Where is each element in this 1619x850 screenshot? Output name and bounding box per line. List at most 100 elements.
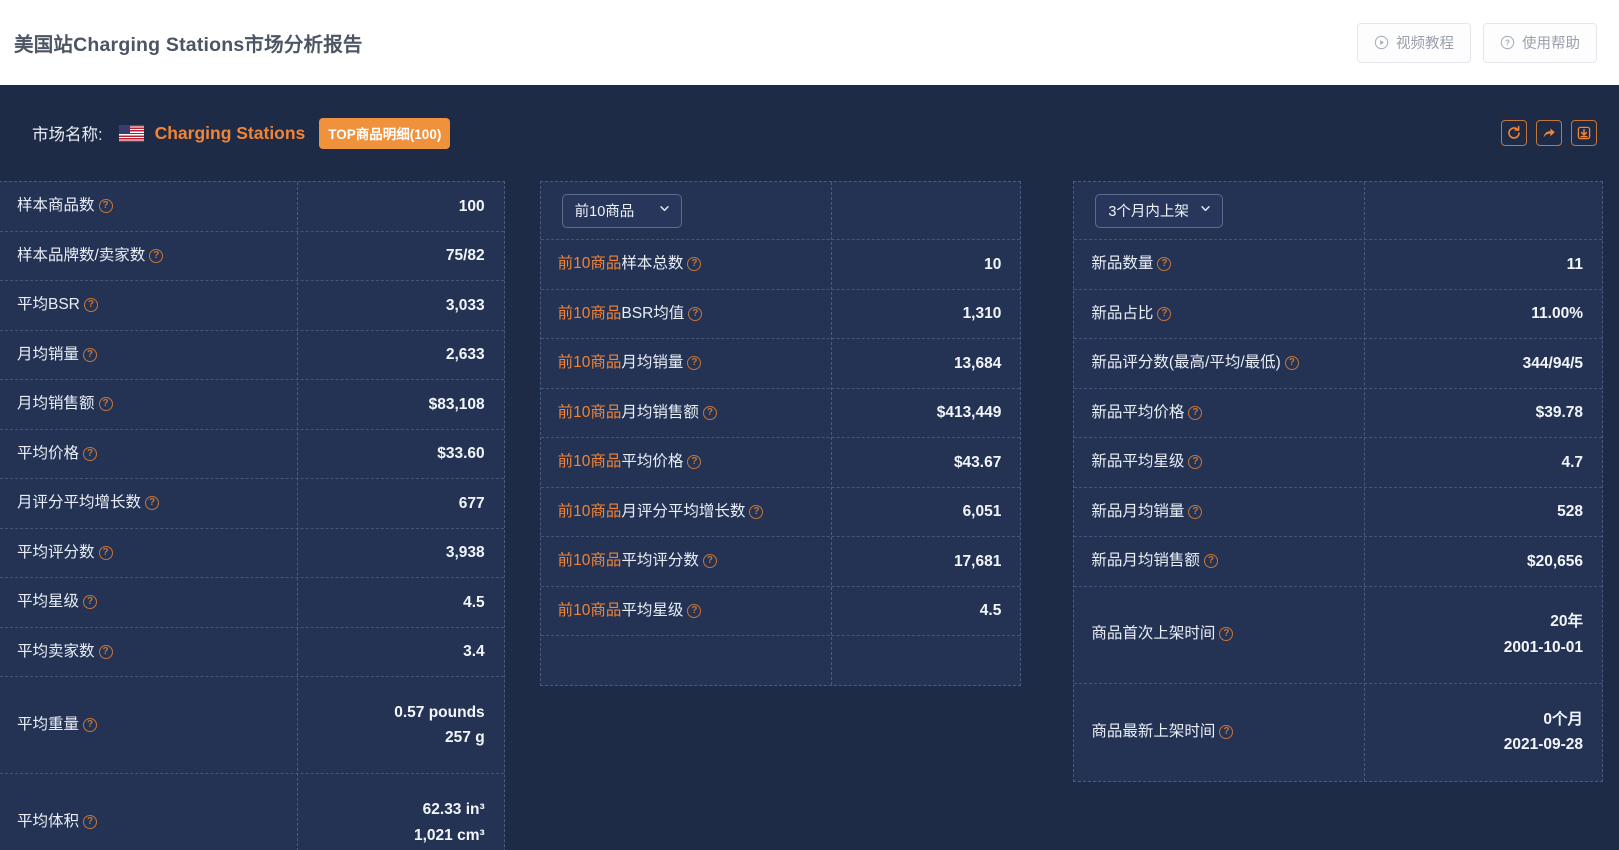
stats-row-label-text: 平均评分数 bbox=[17, 543, 95, 561]
help-tooltip-icon[interactable]: ? bbox=[687, 257, 702, 272]
stats-row-label-text: 平均价格 bbox=[17, 444, 80, 462]
help-tooltip-icon[interactable]: ? bbox=[145, 496, 160, 511]
help-tooltip-icon[interactable]: ? bbox=[702, 405, 717, 420]
stats-row-label-text: 平均重量 bbox=[17, 715, 80, 733]
stats-row: 商品最新上架时间? 0个月 2021-09-28 bbox=[1074, 684, 1602, 781]
stats-row: 样本商品数? 100 bbox=[0, 182, 504, 232]
help-tooltip-icon[interactable]: ? bbox=[688, 306, 703, 321]
help-tooltip-icon[interactable]: ? bbox=[1219, 627, 1234, 642]
help-tooltip-icon[interactable]: ? bbox=[1284, 356, 1299, 371]
stats-row-label: 前10商品 平均星级? bbox=[541, 593, 831, 629]
stats-row-label-text: 平均星级 bbox=[17, 593, 80, 611]
help-tooltip-icon[interactable]: ? bbox=[1188, 455, 1203, 470]
help-tooltip-icon[interactable]: ? bbox=[98, 397, 113, 412]
stats-row-label: 月均销售额? bbox=[0, 386, 297, 422]
stats-row-label: 样本品牌数/卖家数? bbox=[0, 238, 297, 274]
question-circle-icon: ? bbox=[1500, 35, 1515, 50]
stats-row-label-prefix: 前10商品 bbox=[557, 601, 622, 619]
stats-row-label: 平均星级? bbox=[0, 584, 297, 620]
stats-row-label: 前10商品 平均评分数? bbox=[541, 543, 831, 579]
video-tutorial-button[interactable]: 视频教程 bbox=[1357, 22, 1471, 63]
stats-row-label-text: 新品评分数(最高/平均/最低) bbox=[1091, 354, 1281, 372]
stats-row-value bbox=[831, 655, 1021, 667]
stats-row: 月均销量? 2,633 bbox=[0, 331, 504, 380]
help-tooltip-icon[interactable]: ? bbox=[1157, 306, 1172, 321]
stats-row: 月评分平均增长数? 677 bbox=[0, 479, 504, 529]
help-tooltip-icon[interactable]: ? bbox=[98, 199, 113, 214]
help-tooltip-icon[interactable]: ? bbox=[1157, 257, 1172, 272]
help-tooltip-icon[interactable]: ? bbox=[83, 347, 98, 362]
header-actions: 视频教程 ? 使用帮助 bbox=[1357, 22, 1597, 63]
stats-row-label-text: 平均评分数 bbox=[621, 552, 699, 570]
stats-row-empty bbox=[541, 636, 1021, 685]
download-button[interactable] bbox=[1571, 120, 1597, 146]
help-tooltip-icon[interactable]: ? bbox=[687, 356, 702, 371]
stats-row-value: 20年 2001-10-01 bbox=[1503, 613, 1584, 656]
stats-row-value: 528 bbox=[1557, 503, 1584, 521]
stats-row-label: 新品数量? bbox=[1074, 246, 1364, 282]
stats-row-value: $33.60 bbox=[437, 445, 485, 463]
top-products-select[interactable]: 前10商品 bbox=[561, 193, 682, 228]
help-tooltip-icon[interactable]: ? bbox=[83, 446, 98, 461]
help-tooltip-icon[interactable]: ? bbox=[83, 815, 98, 830]
stats-row-value: 13,684 bbox=[953, 354, 1002, 372]
stats-row-label: 前10商品 月评分平均增长数? bbox=[541, 494, 831, 530]
help-tooltip-icon[interactable]: ? bbox=[687, 455, 702, 470]
stats-row-label-text: 商品最新上架时间 bbox=[1091, 722, 1216, 740]
stats-row-value: $43.67 bbox=[953, 453, 1002, 471]
stats-row-value: 1,310 bbox=[962, 305, 1002, 323]
stats-row-value: 17,681 bbox=[953, 552, 1002, 570]
new-products-period-select-row: 3个月内上架 bbox=[1074, 182, 1603, 240]
help-tooltip-icon[interactable]: ? bbox=[687, 603, 702, 618]
stats-row-label-text: 新品月均销售额 bbox=[1091, 552, 1200, 570]
chevron-down-icon bbox=[1199, 202, 1212, 219]
stats-row-label: 前10商品 BSR均值? bbox=[541, 296, 831, 332]
stats-row: 平均重量? 0.57 pounds 257 g bbox=[0, 677, 504, 774]
market-name-link[interactable]: Charging Stations bbox=[155, 123, 306, 144]
help-tooltip-icon[interactable]: ? bbox=[149, 248, 164, 263]
help-tooltip-icon[interactable]: ? bbox=[1219, 724, 1234, 739]
help-tooltip-icon[interactable]: ? bbox=[83, 717, 98, 732]
help-tooltip-icon[interactable]: ? bbox=[98, 644, 113, 659]
stats-row-label: 平均卖家数? bbox=[0, 634, 297, 670]
stats-row-value: 62.33 in³ 1,021 cm³ bbox=[414, 801, 485, 844]
help-tooltip-icon[interactable]: ? bbox=[702, 554, 717, 569]
stats-row-label: 新品平均星级? bbox=[1074, 444, 1364, 480]
stats-row-label: 新品月均销量? bbox=[1074, 494, 1364, 530]
help-tooltip-icon[interactable]: ? bbox=[1188, 504, 1203, 519]
top-products-badge[interactable]: TOP商品明细(100) bbox=[319, 117, 451, 149]
stats-row-value: 3,938 bbox=[445, 544, 485, 562]
stats-row-label: 新品平均价格? bbox=[1074, 395, 1364, 431]
stats-row: 平均体积? 62.33 in³ 1,021 cm³ bbox=[0, 774, 504, 850]
stats-row-label: 月评分平均增长数? bbox=[0, 485, 297, 521]
top-products-stats-panel: 前10商品 前10商品 样本总数? 10 前10商品 BSR均值? 1,310 前10商品 月均… bbox=[539, 181, 1022, 686]
stats-row: 新品平均星级? 4.7 bbox=[1074, 438, 1603, 488]
stats-row-label-text: 平均价格 bbox=[621, 453, 684, 471]
stats-row-label: 商品最新上架时间? bbox=[1074, 714, 1364, 750]
stats-row-value: 75/82 bbox=[445, 247, 485, 265]
help-tooltip-icon[interactable]: ? bbox=[1203, 554, 1218, 569]
stats-row-label-text: 新品占比 bbox=[1091, 304, 1154, 322]
stats-row-label: 前10商品 月均销售额? bbox=[541, 395, 831, 431]
refresh-button[interactable] bbox=[1501, 120, 1527, 146]
help-tooltip-icon[interactable]: ? bbox=[98, 545, 113, 560]
stats-row-label-text: BSR均值 bbox=[621, 304, 685, 322]
help-tooltip-icon[interactable]: ? bbox=[83, 595, 98, 610]
help-button[interactable]: ? 使用帮助 bbox=[1483, 22, 1597, 63]
stats-row-value: 3.4 bbox=[463, 643, 485, 661]
stats-row: 平均BSR? 3,033 bbox=[0, 281, 504, 331]
stats-row-label-text: 新品平均星级 bbox=[1091, 453, 1185, 471]
new-products-period-select[interactable]: 3个月内上架 bbox=[1095, 193, 1223, 228]
stats-row-value: 0个月 2021-09-28 bbox=[1503, 710, 1584, 753]
stats-row-label-text: 月均销售额 bbox=[621, 403, 699, 421]
help-tooltip-icon[interactable]: ? bbox=[749, 504, 764, 519]
stats-row: 前10商品 月均销量? 13,684 bbox=[540, 339, 1021, 389]
stats-row-label-text: 平均BSR bbox=[17, 296, 80, 314]
help-tooltip-icon[interactable]: ? bbox=[1188, 405, 1203, 420]
stats-row-value: 6,051 bbox=[962, 503, 1002, 521]
refresh-icon bbox=[1506, 125, 1522, 141]
market-name-bar: 市场名称: Charging Stations TOP商品明细(100) bbox=[0, 85, 1619, 181]
stats-row: 平均评分数? 3,938 bbox=[0, 529, 504, 578]
help-tooltip-icon[interactable]: ? bbox=[83, 298, 98, 313]
share-button[interactable] bbox=[1536, 120, 1562, 146]
